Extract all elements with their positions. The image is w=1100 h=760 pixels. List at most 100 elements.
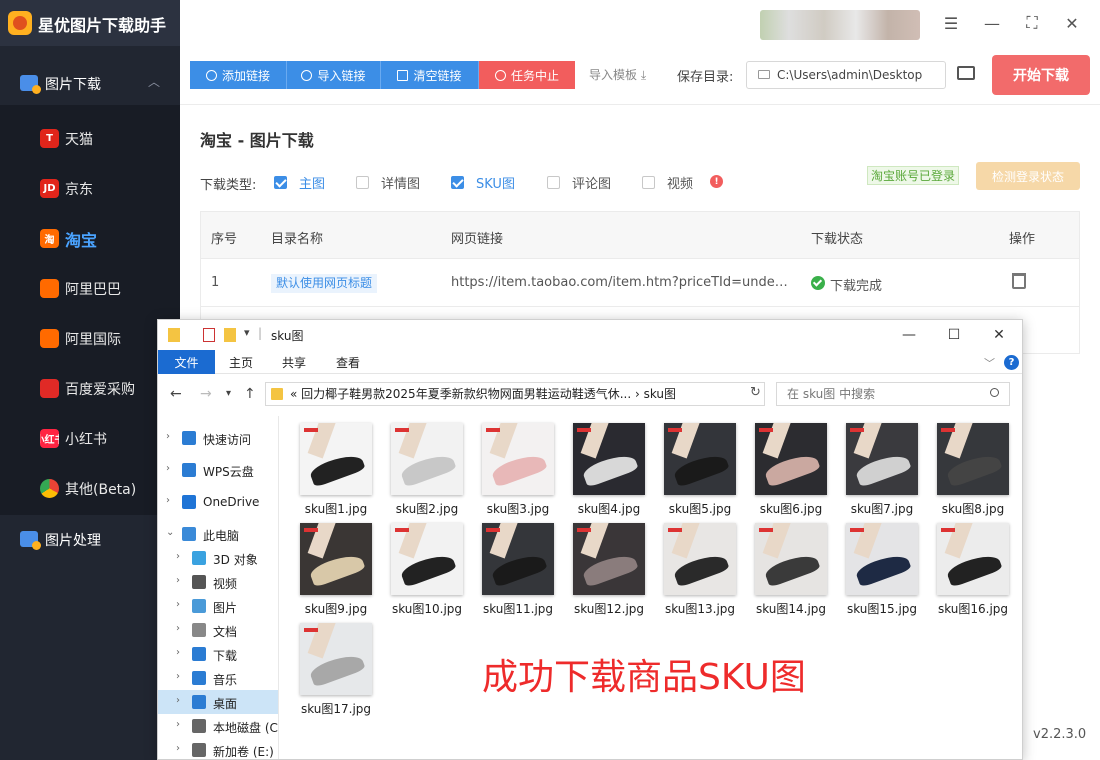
nav-pane-item[interactable]: › 图片 [158, 594, 278, 618]
file-item[interactable]: sku图14.jpg [746, 518, 836, 618]
file-item[interactable]: sku图3.jpg [473, 418, 563, 518]
nav-pane-item[interactable]: › 视频 [158, 570, 278, 594]
row-url[interactable]: https://item.taobao.com/item.htm?priceTI… [451, 275, 791, 290]
nav-pane-item[interactable]: › 本地磁盘 (C [158, 714, 278, 738]
file-item[interactable]: sku图8.jpg [928, 418, 1018, 518]
option-detail-image[interactable]: 详情图 [356, 174, 420, 192]
file-item[interactable]: sku图15.jpg [837, 518, 927, 618]
file-item[interactable]: sku图1.jpg [291, 418, 381, 518]
file-item[interactable]: sku图9.jpg [291, 518, 381, 618]
table-row[interactable]: 1 默认使用网页标题 https://item.taobao.com/item.… [201, 259, 1079, 307]
image-thumbnail[interactable] [391, 423, 463, 495]
file-item[interactable]: sku图16.jpg [928, 518, 1018, 618]
chevron-right-icon[interactable]: › [176, 671, 180, 682]
check-login-button[interactable]: 检测登录状态 [976, 162, 1080, 190]
image-thumbnail[interactable] [482, 523, 554, 595]
image-thumbnail[interactable] [664, 523, 736, 595]
sidebar-item[interactable]: JD 京东 [0, 168, 180, 208]
clear-link-button[interactable]: 清空链接 [381, 61, 479, 89]
file-item[interactable]: sku图17.jpg [291, 618, 381, 718]
image-thumbnail[interactable] [664, 423, 736, 495]
sidebar-item[interactable]: 其他(Beta) [0, 468, 180, 508]
nav-pane-item[interactable]: › 文档 [158, 618, 278, 642]
image-thumbnail[interactable] [482, 423, 554, 495]
chevron-right-icon[interactable]: › [166, 431, 170, 442]
nav-pane-item[interactable]: › 音乐 [158, 666, 278, 690]
tab-file[interactable]: 文件 [158, 350, 215, 374]
add-link-button[interactable]: 添加链接 [190, 61, 287, 89]
user-avatar-blurred[interactable] [760, 10, 920, 40]
import-template-link[interactable]: 导入模板 ⤓ [589, 66, 646, 83]
maximize-icon[interactable]: ☐ [941, 325, 967, 345]
nav-group-image-process[interactable]: 图片处理 [0, 519, 180, 559]
file-item[interactable]: sku图7.jpg [837, 418, 927, 518]
settings-sliders-icon[interactable]: ☰ [938, 10, 964, 36]
recent-dropdown-icon[interactable]: ▾ [226, 388, 231, 399]
file-item[interactable]: sku图6.jpg [746, 418, 836, 518]
option-main-image[interactable]: 主图 [274, 174, 325, 192]
tab-share[interactable]: 共享 [268, 350, 320, 374]
image-thumbnail[interactable] [846, 423, 918, 495]
save-dir-input[interactable]: C:\Users\admin\Desktop [746, 61, 946, 89]
tab-view[interactable]: 查看 [322, 350, 374, 374]
checkbox[interactable] [547, 175, 560, 189]
sidebar-item[interactable]: 阿里国际 [0, 318, 180, 358]
chevron-right-icon[interactable]: › [176, 623, 180, 634]
close-icon[interactable]: ✕ [1059, 10, 1085, 36]
dir-name-tag[interactable]: 默认使用网页标题 [271, 274, 378, 293]
checkbox[interactable] [274, 175, 287, 189]
file-item[interactable]: sku图11.jpg [473, 518, 563, 618]
chevron-right-icon[interactable]: › [176, 551, 180, 562]
chevron-right-icon[interactable]: › [176, 743, 180, 754]
option-review-image[interactable]: 评论图 [547, 174, 611, 192]
nav-group-image-download[interactable]: 图片下载 ︿ [0, 63, 180, 103]
nav-pane-item[interactable]: › 新加卷 (E:) [158, 738, 278, 759]
start-download-button[interactable]: 开始下载 [992, 55, 1090, 95]
close-icon[interactable]: ✕ [986, 325, 1012, 345]
checkbox[interactable] [451, 175, 464, 189]
image-thumbnail[interactable] [573, 423, 645, 495]
image-thumbnail[interactable] [755, 423, 827, 495]
image-thumbnail[interactable] [300, 623, 372, 695]
new-folder-icon[interactable] [224, 328, 236, 342]
info-icon[interactable]: ! [710, 175, 723, 188]
address-bar[interactable]: « 回力椰子鞋男款2025年夏季新款织物网面男鞋运动鞋透气休... › sku图 [265, 382, 765, 406]
search-input[interactable]: 在 sku图 中搜索 [776, 382, 1010, 406]
import-link-button[interactable]: 导入链接 [287, 61, 381, 89]
open-folder-icon[interactable] [957, 66, 975, 80]
minimize-icon[interactable]: — [896, 325, 922, 345]
chevron-right-icon[interactable]: › [176, 575, 180, 586]
nav-pane-item[interactable]: › OneDrive [158, 490, 278, 514]
file-item[interactable]: sku图10.jpg [382, 518, 472, 618]
chevron-right-icon[interactable]: › [176, 599, 180, 610]
search-icon[interactable] [990, 388, 999, 397]
option-video[interactable]: 视频 [642, 174, 693, 192]
chevron-right-icon[interactable]: › [176, 647, 180, 658]
image-thumbnail[interactable] [300, 523, 372, 595]
checkbox[interactable] [356, 175, 369, 189]
quick-access-dropdown-icon[interactable]: ▾ [244, 326, 250, 339]
forward-arrow-icon[interactable]: → [200, 386, 212, 402]
tab-home[interactable]: 主页 [215, 350, 267, 374]
maximize-icon[interactable]: ⛶ [1019, 10, 1045, 36]
file-item[interactable]: sku图12.jpg [564, 518, 654, 618]
chevron-right-icon[interactable]: › [176, 719, 180, 730]
sidebar-item[interactable]: 百度爱采购 [0, 368, 180, 408]
image-thumbnail[interactable] [573, 523, 645, 595]
image-thumbnail[interactable] [755, 523, 827, 595]
minimize-icon[interactable]: — [979, 10, 1005, 36]
properties-icon[interactable] [203, 328, 215, 342]
chevron-down-icon[interactable]: ﹀ [984, 355, 995, 371]
nav-pane-item[interactable]: › 快速访问 [158, 426, 278, 450]
sidebar-item[interactable]: 小红书小红书 [0, 418, 180, 458]
image-thumbnail[interactable] [937, 523, 1009, 595]
nav-pane-item[interactable]: ⌄ 此电脑 [158, 522, 278, 546]
chevron-right-icon[interactable]: › [166, 495, 170, 506]
delete-trash-icon[interactable] [1012, 273, 1026, 289]
chevron-down-icon[interactable]: ⌄ [166, 527, 174, 538]
file-item[interactable]: sku图2.jpg [382, 418, 472, 518]
nav-pane-item[interactable]: › 3D 对象 [158, 546, 278, 570]
sidebar-item[interactable]: 阿里巴巴 [0, 268, 180, 308]
image-thumbnail[interactable] [937, 423, 1009, 495]
nav-pane-item[interactable]: › WPS云盘 [158, 458, 278, 482]
